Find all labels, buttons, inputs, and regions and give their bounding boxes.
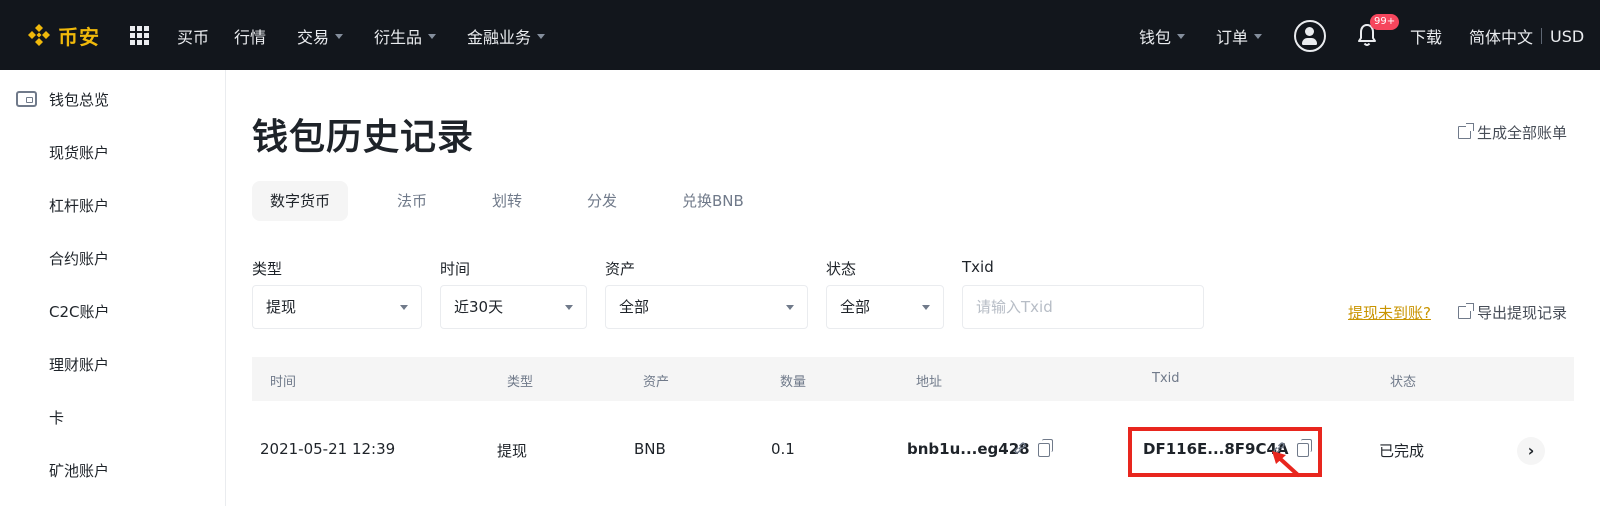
user-icon[interactable]: [1294, 20, 1326, 52]
chevron-down-icon: [1254, 33, 1263, 39]
address-copy-icon[interactable]: [1038, 439, 1053, 457]
chevron-right-icon[interactable]: ›: [1517, 437, 1545, 465]
chevron-down-icon: [428, 33, 437, 39]
generate-statement-label: 生成全部账单: [1477, 124, 1568, 142]
col-type: 类型: [507, 375, 534, 390]
export-icon: [1458, 303, 1474, 319]
divider: [1541, 28, 1543, 44]
chevron-down-icon: [786, 305, 794, 310]
sidebar: 钱包总览 现货账户 杠杆账户 合约账户 C2C账户 理财账户 卡 矿池账户: [0, 70, 226, 506]
tab-transfer[interactable]: 划转: [492, 181, 522, 221]
chevron-down-icon: [565, 305, 573, 310]
sidebar-item-earn[interactable]: 理财账户: [49, 354, 109, 375]
language-label: 简体中文: [1469, 28, 1534, 47]
row-status: 已完成: [1379, 442, 1425, 460]
nav-trade[interactable]: 交易: [297, 24, 344, 48]
asset-select-value: 全部: [619, 298, 650, 316]
status-filter-label: 状态: [826, 260, 857, 278]
sidebar-item-pool[interactable]: 矿池账户: [49, 460, 109, 481]
time-select[interactable]: 近30天: [440, 285, 587, 329]
col-txid: Txid: [1152, 371, 1180, 386]
chevron-down-icon: [335, 33, 344, 39]
nav-orders-label: 订单: [1216, 28, 1249, 47]
tab-fiat[interactable]: 法币: [397, 181, 427, 221]
nav-markets[interactable]: 行情: [234, 24, 266, 48]
address-link-icon[interactable]: [1013, 441, 1027, 455]
apps-grid-icon[interactable]: [130, 26, 149, 45]
col-status: 状态: [1390, 375, 1417, 390]
sidebar-item-margin[interactable]: 杠杆账户: [49, 195, 109, 216]
nav-wallet-label: 钱包: [1139, 28, 1172, 47]
txid-filter-label: Txid: [962, 258, 994, 276]
tab-crypto[interactable]: 数字货币: [252, 181, 349, 221]
row-amount: 0.1: [771, 440, 795, 458]
brand-name: 币安: [58, 24, 100, 49]
nav-download-label: 下载: [1410, 28, 1443, 47]
chevron-down-icon: [537, 33, 546, 39]
col-asset: 资产: [643, 375, 670, 390]
status-select-value: 全部: [840, 298, 871, 316]
tab-convert-bnb[interactable]: 兑换BNB: [682, 181, 744, 221]
sidebar-item-c2c[interactable]: C2C账户: [49, 301, 110, 322]
nav-language-currency[interactable]: 简体中文 USD: [1469, 24, 1584, 48]
row-type: 提现: [497, 442, 528, 460]
nav-finance[interactable]: 金融业务: [467, 24, 546, 48]
chevron-down-icon: [1177, 33, 1186, 39]
nav-buy-crypto[interactable]: 买币: [177, 24, 209, 48]
asset-select[interactable]: 全部: [605, 285, 808, 329]
nav-buy-crypto-label: 买币: [177, 28, 210, 47]
tab-distribution[interactable]: 分发: [587, 181, 617, 221]
row-address: bnb1u...eg428: [907, 440, 1030, 458]
nav-derivatives[interactable]: 衍生品: [374, 24, 437, 48]
external-link-icon: [1458, 123, 1474, 139]
currency-label: USD: [1550, 26, 1585, 46]
sidebar-item-card[interactable]: 卡: [49, 407, 64, 428]
top-navbar: 币安 买币 行情 交易 衍生品 金融业务 钱包 订单 99+ 下载 简体中文 U…: [0, 0, 1600, 70]
col-address: 地址: [916, 375, 943, 390]
time-filter-label: 时间: [440, 260, 471, 278]
export-withdrawal-link[interactable]: 导出提现记录: [1458, 302, 1567, 323]
sidebar-item-spot[interactable]: 现货账户: [49, 142, 109, 163]
red-arrow-icon: [1272, 451, 1300, 477]
asset-filter-label: 资产: [605, 260, 636, 278]
nav-download[interactable]: 下载: [1410, 24, 1442, 48]
nav-orders[interactable]: 订单: [1216, 24, 1263, 48]
type-select[interactable]: 提现: [252, 285, 422, 329]
page-title: 钱包历史记录: [252, 117, 475, 158]
chevron-down-icon: [400, 305, 408, 310]
col-amount: 数量: [780, 375, 807, 390]
nav-wallet[interactable]: 钱包: [1139, 24, 1186, 48]
status-select[interactable]: 全部: [826, 285, 944, 329]
binance-logo[interactable]: 币安: [26, 20, 100, 50]
row-time: 2021-05-21 12:39: [260, 440, 396, 458]
nav-trade-label: 交易: [297, 28, 330, 47]
type-filter-label: 类型: [252, 260, 283, 278]
time-select-value: 近30天: [454, 298, 504, 316]
generate-statement-link[interactable]: 生成全部账单: [1458, 122, 1567, 143]
col-time: 时间: [270, 375, 297, 390]
table-header: 时间 类型 资产 数量 地址 Txid 状态: [252, 357, 1574, 401]
sidebar-item-futures[interactable]: 合约账户: [49, 248, 109, 269]
binance-logo-icon: [28, 24, 50, 46]
nav-finance-label: 金融业务: [467, 28, 532, 47]
chevron-down-icon: [922, 305, 930, 310]
withdrawal-not-received-link[interactable]: 提现未到账?: [1348, 302, 1431, 323]
nav-derivatives-label: 衍生品: [374, 28, 423, 47]
txid-input[interactable]: [962, 285, 1204, 329]
sidebar-item-wallet-overview[interactable]: 钱包总览: [49, 89, 109, 110]
row-asset: BNB: [634, 440, 666, 458]
wallet-icon: [16, 91, 37, 107]
notification-badge: 99+: [1370, 14, 1400, 30]
type-select-value: 提现: [266, 298, 297, 316]
export-withdrawal-label: 导出提现记录: [1477, 304, 1568, 322]
nav-markets-label: 行情: [234, 28, 267, 47]
